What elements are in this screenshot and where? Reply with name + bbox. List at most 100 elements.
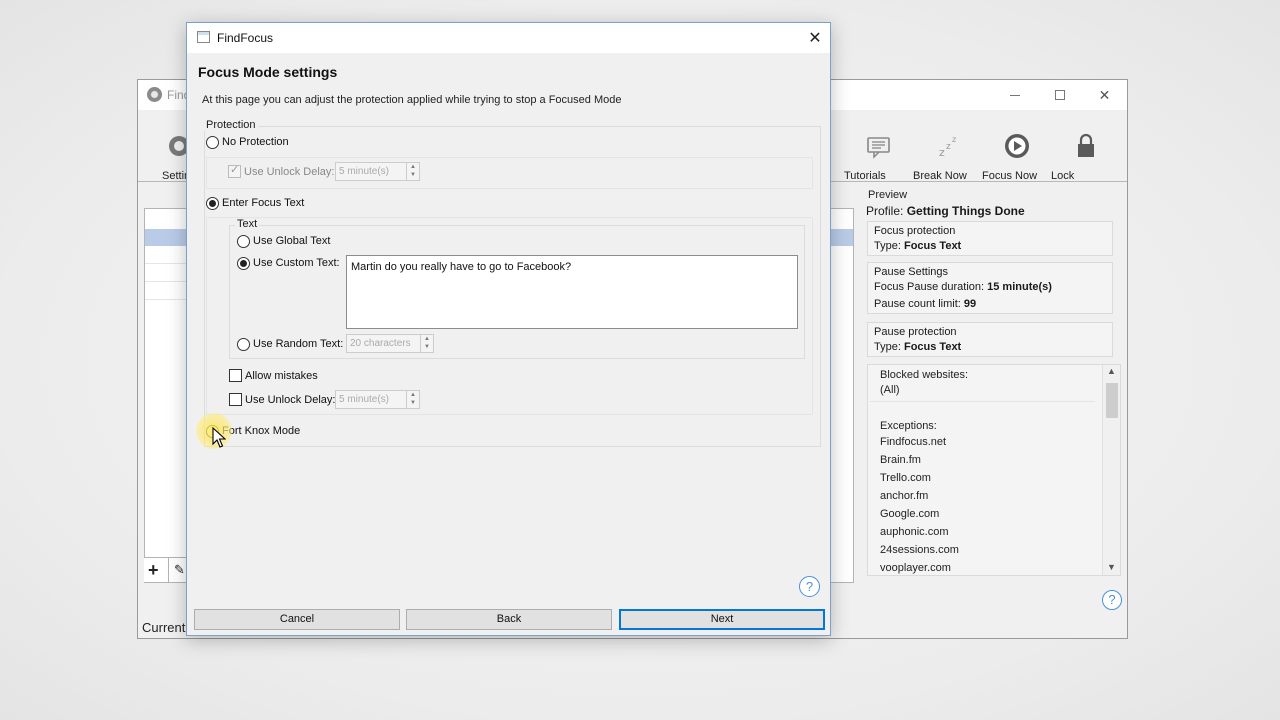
lock-toolbar-button[interactable]: Lock <box>1051 132 1121 182</box>
profile-name: Getting Things Done <box>906 204 1025 218</box>
dialog-title: FindFocus <box>217 31 274 45</box>
close-main-button[interactable]: ✕ <box>1082 80 1127 110</box>
use-global-text-label: Use Global Text <box>253 235 331 247</box>
pause-protection-type: Type: Focus Text <box>874 341 961 353</box>
next-button[interactable]: Next <box>619 609 825 630</box>
pause-protection-box: Pause protection Type: Focus Text <box>867 322 1113 357</box>
tutorials-toolbar-button[interactable]: Tutorials <box>844 132 914 182</box>
dialog-close-button[interactable]: ✕ <box>800 23 830 53</box>
type-prefix: Type: <box>874 240 904 252</box>
profile-row-selected[interactable] <box>145 229 188 246</box>
pause-settings-header: Pause Settings <box>874 266 948 278</box>
unlock-delay-checkbox-2[interactable] <box>229 393 242 406</box>
schedule-row-selected[interactable] <box>830 229 853 246</box>
limit-value: 99 <box>963 298 977 310</box>
close-icon: ✕ <box>1098 86 1111 103</box>
unlock-delay-checkbox-1[interactable] <box>228 163 241 178</box>
app-icon <box>147 87 162 102</box>
play-icon <box>1005 134 1029 158</box>
mouse-pointer-icon <box>212 427 226 448</box>
dialog-titlebar: FindFocus ✕ <box>187 23 830 53</box>
divider <box>168 558 169 582</box>
unlock-delay-spinbox-2[interactable]: 5 minute(s) ▲ ▼ <box>335 390 420 409</box>
help-main-button[interactable]: ? <box>1102 590 1122 610</box>
maximize-icon <box>1054 90 1065 100</box>
allow-mistakes-label: Allow mistakes <box>245 370 318 382</box>
add-icon[interactable]: + <box>148 560 159 581</box>
close-icon: ✕ <box>808 30 822 47</box>
maximize-button[interactable] <box>1037 80 1082 110</box>
sleep-icon: z z z <box>939 135 956 159</box>
exception-item: Trello.com <box>880 472 931 484</box>
use-custom-text-radio[interactable] <box>237 257 250 270</box>
use-global-text-radio[interactable] <box>237 235 250 248</box>
text-group-label: Text <box>235 218 260 230</box>
allow-mistakes-checkbox[interactable] <box>229 369 242 382</box>
focus-protection-header: Focus protection <box>874 225 956 237</box>
lock-icon <box>1078 133 1094 157</box>
exception-item: anchor.fm <box>880 490 929 502</box>
scroll-up-icon[interactable]: ▲ <box>1107 366 1116 376</box>
scroll-down-icon[interactable]: ▼ <box>1107 562 1116 572</box>
spin-value: 5 minute(s) <box>339 166 390 177</box>
spin-value: 5 minute(s) <box>339 394 390 405</box>
use-random-text-label: Use Random Text: <box>253 338 344 350</box>
exceptions-header: Exceptions: <box>880 420 937 432</box>
back-button[interactable]: Back <box>406 609 612 630</box>
unlock-delay-label-1: Use Unlock Delay: <box>244 166 335 178</box>
profile-row[interactable] <box>145 283 188 300</box>
exception-item: Brain.fm <box>880 454 921 466</box>
break-now-toolbar-button[interactable]: z z z Break Now <box>913 132 983 182</box>
exception-item: 24sessions.com <box>880 544 959 556</box>
profile-list[interactable] <box>144 208 189 583</box>
profile-row[interactable] <box>145 247 188 264</box>
spin-value: 20 characters <box>350 338 411 349</box>
custom-text-input[interactable]: Martin do you really have to go to Faceb… <box>346 255 798 329</box>
blocked-websites-list[interactable]: Blocked websites: (All) Exceptions: Find… <box>867 364 1121 576</box>
use-random-text-radio[interactable] <box>237 338 250 351</box>
preview-profile: Profile: Getting Things Done <box>866 204 1025 218</box>
type-value: Focus Text <box>903 240 962 252</box>
pause-protection-header: Pause protection <box>874 326 957 338</box>
blocked-header: Blocked websites: <box>880 369 969 381</box>
scrollbar[interactable]: ▲ ▼ <box>1102 365 1120 575</box>
random-text-spinbox[interactable]: 20 characters ▲ ▼ <box>346 334 434 353</box>
profile-row[interactable] <box>145 265 188 282</box>
focus-protection-box: Focus protection Type: Focus Text <box>867 221 1113 256</box>
use-custom-text-label: Use Custom Text: <box>253 257 340 269</box>
focus-now-toolbar-button[interactable]: Focus Now <box>982 132 1052 182</box>
no-protection-label: No Protection <box>222 136 289 148</box>
spin-arrows-icon[interactable]: ▲ ▼ <box>406 163 419 180</box>
help-button[interactable]: ? <box>799 576 820 597</box>
exception-item: vooplayer.com <box>880 562 951 574</box>
schedule-list[interactable] <box>829 208 854 583</box>
exception-item: auphonic.com <box>880 526 949 538</box>
unlock-delay-label-2: Use Unlock Delay: <box>245 394 336 406</box>
protection-group-label: Protection <box>204 119 258 131</box>
enter-focus-text-label: Enter Focus Text <box>222 197 305 209</box>
enter-focus-text-radio[interactable] <box>206 197 219 210</box>
type-prefix: Type: <box>874 341 904 353</box>
minimize-icon <box>1009 94 1020 96</box>
tutorials-icon <box>867 137 890 159</box>
edit-icon[interactable]: ✎ <box>174 562 185 578</box>
no-protection-radio[interactable] <box>206 136 219 149</box>
pause-limit: Pause count limit: 99 <box>874 298 976 310</box>
preview-title: Preview <box>868 189 908 201</box>
unlock-delay-spinbox-1[interactable]: 5 minute(s) ▲ ▼ <box>335 162 420 181</box>
minimize-button[interactable] <box>992 80 1037 110</box>
svg-text:z: z <box>952 135 956 144</box>
focus-mode-dialog: FindFocus ✕ Focus Mode settings At this … <box>186 22 831 636</box>
svg-text:z: z <box>939 146 945 159</box>
blocked-value: (All) <box>880 384 900 396</box>
duration-value: 15 minute(s) <box>987 281 1052 293</box>
spin-arrows-icon[interactable]: ▲ ▼ <box>406 391 419 408</box>
duration-prefix: Focus Pause duration: <box>874 281 988 293</box>
spin-arrows-icon[interactable]: ▲ ▼ <box>420 335 433 352</box>
cancel-button[interactable]: Cancel <box>194 609 400 630</box>
limit-prefix: Pause count limit: <box>874 298 964 310</box>
scroll-thumb[interactable] <box>1106 383 1118 418</box>
exception-item: Findfocus.net <box>880 436 947 448</box>
page-title: Focus Mode settings <box>198 64 338 80</box>
page-subtitle: At this page you can adjust the protecti… <box>202 94 622 106</box>
